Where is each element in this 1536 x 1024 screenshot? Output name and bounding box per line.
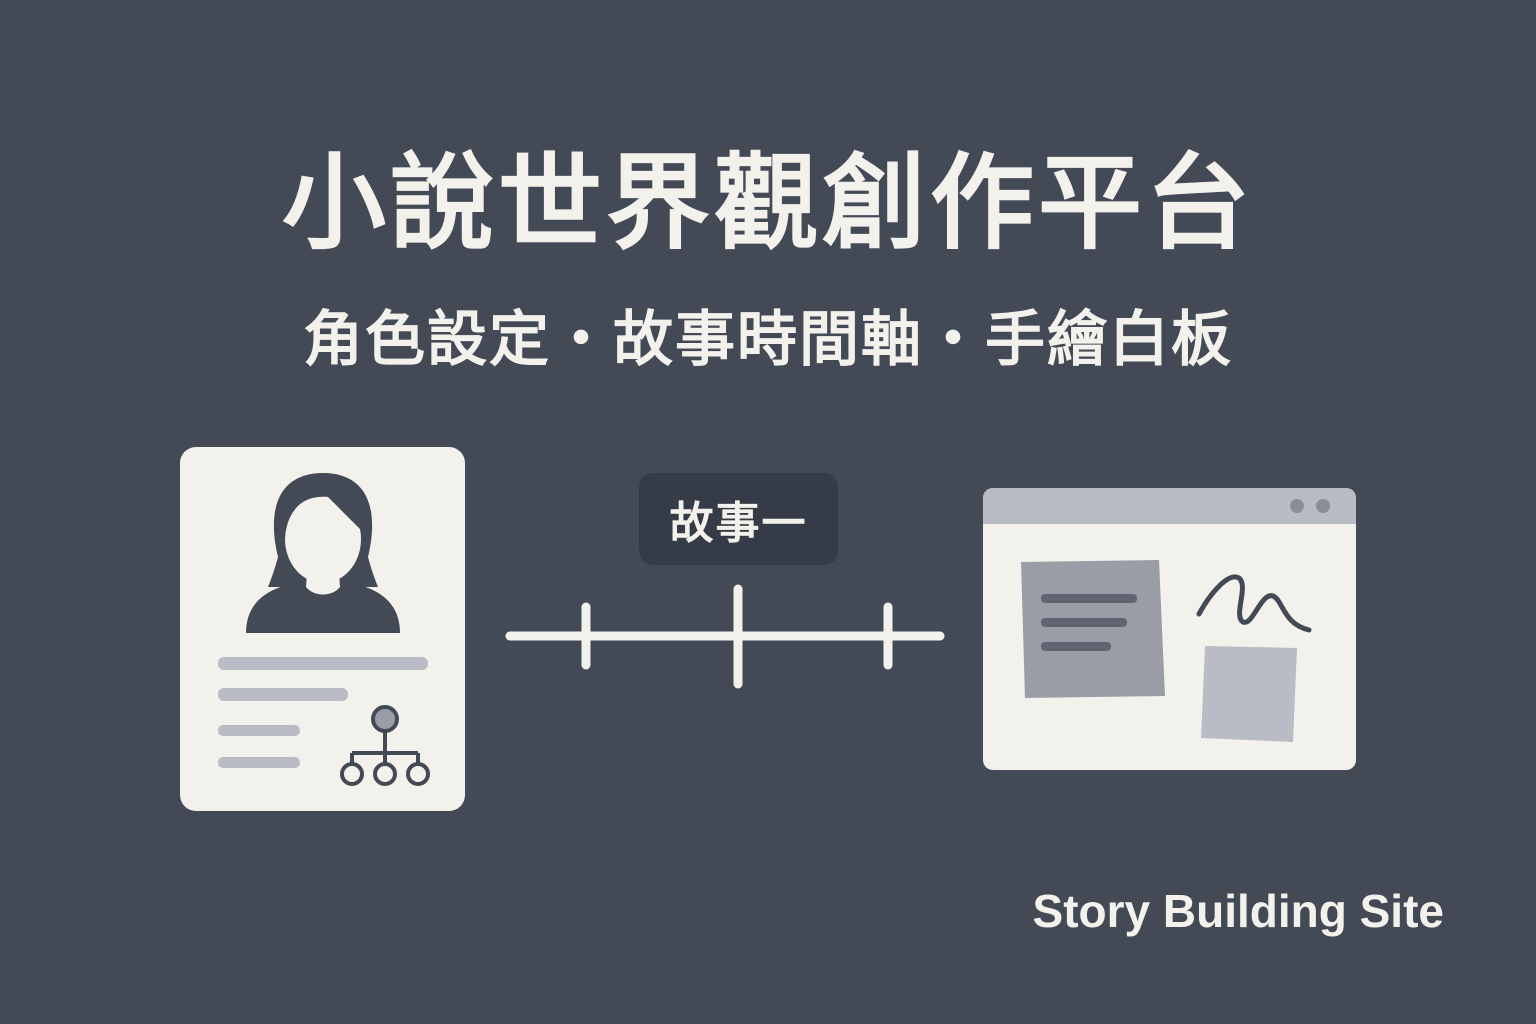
- timeline-icon: [505, 584, 945, 689]
- character-card: [180, 447, 465, 811]
- hierarchy-tree-icon: [340, 705, 430, 786]
- page-subtitle: 角色設定・故事時間軸・手繪白板: [303, 305, 1233, 375]
- brand-name: Story Building Site: [1032, 885, 1444, 937]
- whiteboard-window-icon: [983, 488, 1356, 770]
- page-title: 小說世界觀創作平台: [281, 142, 1254, 264]
- timeline-label: 故事一: [639, 473, 838, 565]
- sticky-note-icon: [1021, 560, 1165, 698]
- whiteboard-window: [983, 488, 1356, 770]
